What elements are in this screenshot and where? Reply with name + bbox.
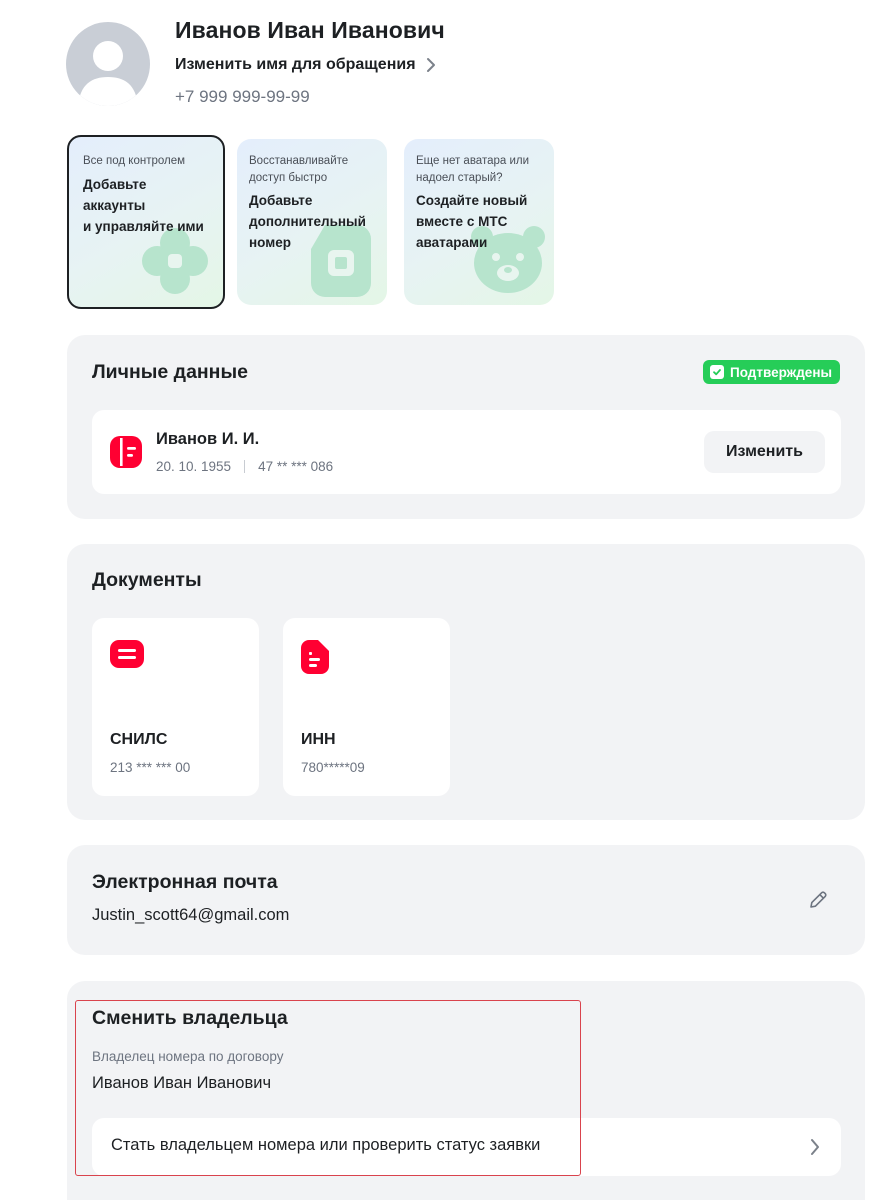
document-card-inn[interactable]: ИНН 780*****09 (283, 618, 450, 796)
badge-label: Подтверждены (730, 364, 832, 380)
promo-title: Добавьте дополнительный номер (249, 193, 366, 251)
email-section: Электронная почта Justin_scott64@gmail.c… (67, 845, 865, 955)
passport-meta: 20. 10. 1955 47 ** *** 086 (156, 459, 333, 474)
personal-data-section: Личные данные Подтверждены Иванов И. И. … (67, 335, 865, 519)
owner-label: Владелец номера по договору (92, 1049, 284, 1064)
section-title: Документы (92, 569, 202, 591)
documents-section: Документы СНИЛС 213 *** *** 00 ИНН 780**… (67, 544, 865, 820)
promo-subtitle: Еще нет аватара или надоел старый? (416, 155, 530, 184)
user-silhouette-icon (78, 41, 138, 106)
promo-card-accounts[interactable]: Все под контролем Добавьте аккаунты и уп… (67, 135, 225, 309)
promo-subtitle: Восстанавливайте доступ быстро (249, 155, 349, 184)
divider (244, 460, 246, 473)
email-value: Justin_scott64@gmail.com (92, 906, 290, 924)
chevron-right-icon (426, 57, 436, 73)
section-title: Личные данные (92, 361, 248, 383)
document-number: 213 *** *** 00 (110, 760, 191, 775)
owner-name: Иванов Иван Иванович (92, 1074, 272, 1092)
change-owner-section: Сменить владельца Владелец номера по дог… (67, 981, 865, 1200)
passport-icon (110, 436, 142, 468)
change-name-label: Изменить имя для обращения (175, 56, 416, 73)
avatar[interactable] (66, 22, 150, 106)
become-owner-row[interactable]: Стать владельцем номера или проверить ст… (92, 1118, 841, 1176)
promo-card-extra-number[interactable]: Восстанавливайте доступ быстро Добавьте … (237, 139, 387, 305)
pencil-icon[interactable] (807, 889, 829, 911)
chevron-right-icon (811, 1139, 819, 1155)
promo-title: Создайте новый вместе с МТС аватарами (416, 193, 528, 251)
edit-personal-data-button[interactable]: Изменить (704, 431, 825, 473)
passport-number: 47 ** *** 086 (258, 459, 334, 474)
checkmark-icon (710, 365, 725, 379)
document-title: СНИЛС (110, 731, 168, 748)
promo-subtitle: Все под контролем (83, 155, 186, 167)
document-title: ИНН (301, 731, 336, 748)
birth-date: 20. 10. 1955 (156, 459, 232, 474)
phone-number: +7 999 999-99-99 (175, 87, 310, 106)
document-number: 780*****09 (301, 760, 365, 775)
document-card-snils[interactable]: СНИЛС 213 *** *** 00 (92, 618, 259, 796)
profile-name: Иванов Иван Иванович (175, 17, 445, 43)
promo-card-avatar[interactable]: Еще нет аватара или надоел старый? Созда… (404, 139, 554, 305)
verified-badge: Подтверждены (703, 360, 840, 384)
promo-title: Добавьте аккаунты и управляйте ими (83, 176, 204, 234)
section-title: Электронная почта (92, 871, 278, 893)
passport-row[interactable]: Иванов И. И. 20. 10. 1955 47 ** *** 086 … (92, 410, 841, 494)
change-name-link[interactable]: Изменить имя для обращения (175, 56, 436, 74)
inn-document-icon (301, 640, 329, 674)
section-title: Сменить владельца (92, 1007, 288, 1029)
become-owner-label: Стать владельцем номера или проверить ст… (111, 1136, 541, 1154)
passport-holder-name: Иванов И. И. (156, 430, 260, 448)
snils-icon (110, 640, 144, 668)
